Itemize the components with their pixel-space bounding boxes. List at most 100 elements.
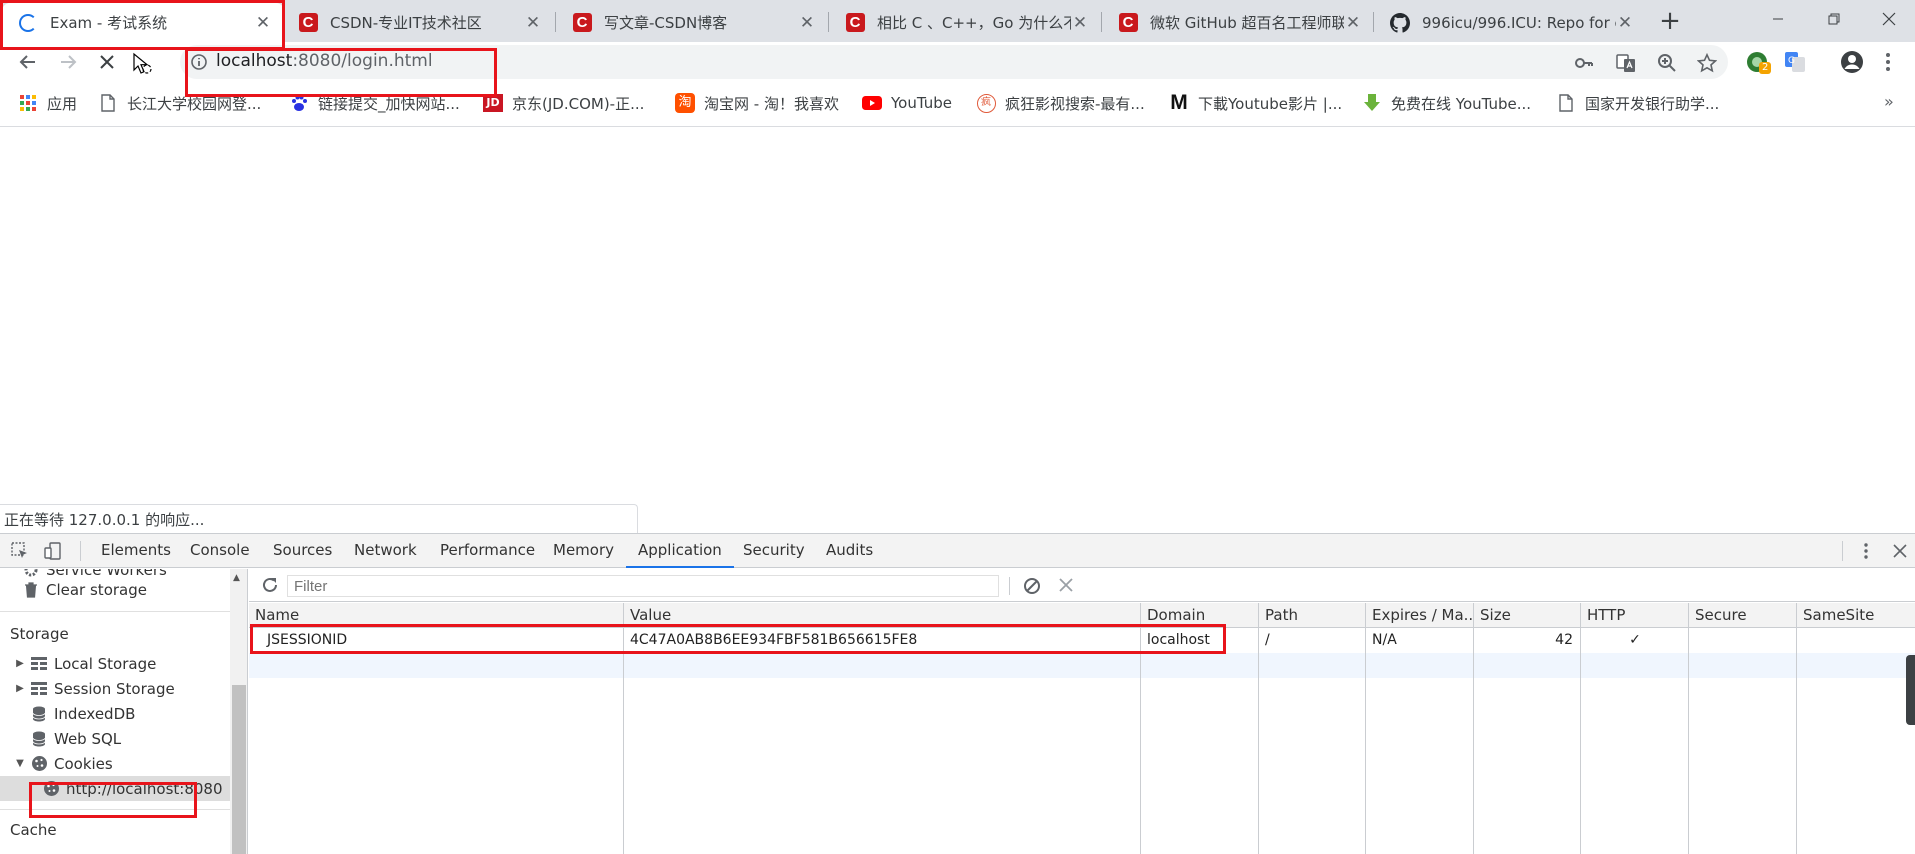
back-button[interactable] xyxy=(12,46,44,78)
forward-button[interactable] xyxy=(52,46,84,78)
tab-sources[interactable]: Sources xyxy=(273,534,332,567)
column-divider[interactable] xyxy=(1258,603,1259,854)
url-text[interactable]: localhost:8080/login.html xyxy=(216,51,433,71)
restore-button[interactable] xyxy=(1806,0,1861,38)
sidebar-scrollbar-thumb[interactable] xyxy=(232,685,246,854)
close-icon[interactable]: ✕ xyxy=(798,14,816,32)
profile-avatar-icon[interactable] xyxy=(1839,49,1865,75)
cookie-secure-cell[interactable] xyxy=(1689,628,1797,653)
column-header-size[interactable]: Size xyxy=(1474,603,1581,628)
stop-loading-button[interactable] xyxy=(91,46,123,78)
sidebar-item-cookies[interactable]: ▼ Cookies xyxy=(14,751,113,776)
column-divider[interactable] xyxy=(1473,603,1474,854)
sidebar-item-local-storage[interactable]: ▶ Local Storage xyxy=(14,651,156,676)
tab-csdn-home[interactable]: C CSDN-专业IT技术社区 ✕ xyxy=(282,3,554,42)
collapse-arrow-icon[interactable]: ▼ xyxy=(14,758,26,769)
tab-application[interactable]: Application xyxy=(626,534,734,568)
column-divider[interactable] xyxy=(623,603,624,854)
bookmark-apps[interactable]: 应用 xyxy=(18,92,77,114)
tab-network[interactable]: Network xyxy=(354,534,417,567)
cookie-samesite-cell[interactable] xyxy=(1797,628,1915,653)
sidebar-item-session-storage[interactable]: ▶ Session Storage xyxy=(14,676,175,701)
close-icon[interactable]: ✕ xyxy=(1071,14,1089,32)
tab-console[interactable]: Console xyxy=(190,534,250,567)
column-header-name[interactable]: Name xyxy=(249,603,624,628)
sidebar-item-web-sql[interactable]: Web SQL xyxy=(14,726,121,751)
close-icon[interactable]: ✕ xyxy=(1616,14,1634,32)
window-close-button[interactable] xyxy=(1861,0,1915,38)
close-icon[interactable]: ✕ xyxy=(524,14,542,32)
extension-chrome-icon[interactable]: 2 xyxy=(1744,49,1772,75)
tab-memory[interactable]: Memory xyxy=(553,534,614,567)
menu-kebab-icon[interactable] xyxy=(1875,49,1901,75)
close-icon[interactable]: ✕ xyxy=(1344,14,1362,32)
tab-996icu[interactable]: 996icu/996.ICU: Repo for cou ✕ xyxy=(1374,3,1646,42)
bookmark-baidu-submit[interactable]: 链接提交_加快网站... xyxy=(289,92,460,114)
column-divider[interactable] xyxy=(1796,603,1797,854)
minimize-icon xyxy=(1772,18,1783,20)
tab-audits[interactable]: Audits xyxy=(826,534,873,567)
key-icon[interactable] xyxy=(1573,52,1595,74)
cookie-size-cell[interactable]: 42 xyxy=(1474,628,1581,653)
minimize-button[interactable] xyxy=(1750,0,1805,38)
tab-title: 996icu/996.ICU: Repo for cou xyxy=(1422,13,1616,32)
tab-elements[interactable]: Elements xyxy=(101,534,171,567)
devtools-menu-icon[interactable] xyxy=(1856,541,1876,561)
scroll-up-arrow-icon[interactable]: ▲ xyxy=(233,573,240,583)
cookie-value-cell[interactable]: 4C47A0AB8B6EE934FBF581B656615FE8 xyxy=(624,628,1141,653)
cookie-domain-cell[interactable]: localhost xyxy=(1141,628,1259,653)
column-divider[interactable] xyxy=(1580,603,1581,854)
tab-performance[interactable]: Performance xyxy=(440,534,535,567)
sidebar-item-cookie-origin[interactable]: http://localhost:8080 xyxy=(0,776,230,801)
delete-selected-cookie-icon[interactable] xyxy=(1059,578,1073,596)
sidebar-item-clear-storage[interactable]: Clear storage xyxy=(18,577,147,602)
address-bar[interactable]: localhost:8080/login.html xyxy=(180,45,1728,79)
zoom-icon[interactable] xyxy=(1656,52,1678,74)
column-divider[interactable] xyxy=(1140,603,1141,854)
cookie-name-cell[interactable]: JSESSIONID xyxy=(249,628,624,653)
cookie-expires-cell[interactable]: N/A xyxy=(1366,628,1474,653)
bookmark-jd[interactable]: JD 京东(JD.COM)-正... xyxy=(483,92,644,114)
expand-arrow-icon[interactable]: ▶ xyxy=(14,683,26,694)
tab-csdn-write[interactable]: C 写文章-CSDN博客 ✕ xyxy=(556,3,828,42)
device-toolbar-icon[interactable] xyxy=(43,541,63,561)
devtools-close-icon[interactable] xyxy=(1890,541,1910,561)
cookie-filter-input[interactable] xyxy=(287,575,999,597)
google-translate-icon[interactable]: G xyxy=(1782,49,1808,75)
column-header-secure[interactable]: Secure xyxy=(1689,603,1797,628)
bookmark-free-youtube[interactable]: 免费在线 YouTube... xyxy=(1362,92,1531,114)
refresh-icon[interactable] xyxy=(261,576,279,598)
tab-exam[interactable]: Exam - 考试系统 ✕ xyxy=(2,3,284,42)
tab-github-article[interactable]: C 微软 GitHub 超百名工程师联 ✕ xyxy=(1102,3,1374,42)
tab-security[interactable]: Security xyxy=(743,534,805,567)
status-bubble: 正在等待 127.0.0.1 的响应... xyxy=(0,504,638,533)
bookmark-cdb-loan[interactable]: 国家开发银行助学... xyxy=(1556,92,1719,114)
column-header-samesite[interactable]: SameSite xyxy=(1797,603,1915,628)
cookie-http-cell[interactable]: ✓ xyxy=(1581,628,1689,653)
column-divider[interactable] xyxy=(1688,603,1689,854)
bookmark-youtube-download[interactable]: M 下載Youtube影片 |... xyxy=(1169,92,1342,114)
column-header-path[interactable]: Path xyxy=(1259,603,1366,628)
expand-arrow-icon[interactable]: ▶ xyxy=(14,658,26,669)
bookmarks-overflow-button[interactable]: » xyxy=(1884,92,1894,111)
bookmark-star-icon[interactable] xyxy=(1696,52,1718,74)
inspect-element-icon[interactable] xyxy=(10,541,30,561)
bookmark-yangtze-campus[interactable]: 长江大学校园网登... xyxy=(98,92,261,114)
column-header-expires[interactable]: Expires / Ma... xyxy=(1366,603,1474,628)
new-tab-button[interactable]: + xyxy=(1655,6,1685,36)
info-icon[interactable] xyxy=(190,53,208,71)
clear-all-cookies-icon[interactable] xyxy=(1023,577,1041,599)
bookmark-taobao[interactable]: 淘 淘宝网 - 淘！我喜欢 xyxy=(675,92,839,114)
column-divider[interactable] xyxy=(1365,603,1366,854)
column-header-domain[interactable]: Domain xyxy=(1141,603,1259,628)
bookmark-crazy-video[interactable]: 疯 疯狂影视搜索-最有... xyxy=(976,92,1145,114)
bookmark-youtube[interactable]: YouTube xyxy=(862,92,952,114)
column-header-http[interactable]: HTTP xyxy=(1581,603,1689,628)
scrollbar-handle[interactable] xyxy=(1906,655,1915,725)
cookie-path-cell[interactable]: / xyxy=(1259,628,1366,653)
tab-go-article[interactable]: C 相比 C 、C++，Go 为什么不 ✕ xyxy=(829,3,1101,42)
column-header-value[interactable]: Value xyxy=(624,603,1141,628)
sidebar-item-indexeddb[interactable]: IndexedDB xyxy=(14,701,135,726)
translate-icon[interactable] xyxy=(1615,52,1637,74)
close-icon[interactable]: ✕ xyxy=(254,14,272,32)
